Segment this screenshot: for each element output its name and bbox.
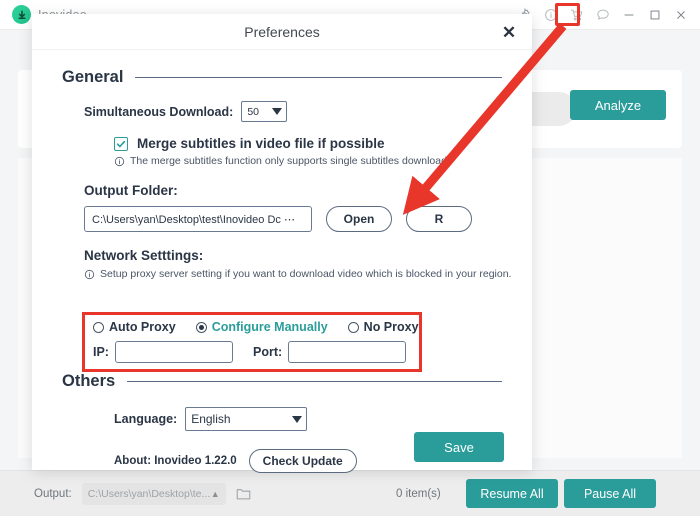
radio-icon[interactable] (347, 321, 359, 333)
network-hint: Setup proxy server setting if you want t… (100, 268, 512, 280)
about-label: About: Inovideo 1.22.0 (114, 455, 237, 467)
proxy-option-auto[interactable]: Auto Proxy (93, 320, 176, 334)
simultaneous-download-label: Simultaneous Download: (84, 104, 234, 119)
language-label: Language: (114, 412, 178, 426)
output-folder-row: C:\Users\yan\Desktop\test\Inovideo Dc ⋯ … (84, 206, 532, 232)
cart-icon[interactable] (564, 2, 590, 28)
chevron-down-icon (292, 415, 303, 423)
network-settings-label: Network Setttings: (84, 248, 204, 263)
output-folder-label: Output Folder: (84, 183, 178, 198)
info-icon[interactable] (538, 2, 564, 28)
close-icon[interactable] (668, 2, 694, 28)
item-count-label: 0 item(s) (396, 487, 441, 500)
merge-subtitles-row[interactable]: Merge subtitles in video file if possibl… (114, 136, 532, 151)
save-button[interactable]: Save (414, 432, 504, 462)
general-section-header: General (62, 68, 502, 87)
output-folder-path-field[interactable]: C:\Users\yan\Desktop\test\Inovideo Dc ⋯ (84, 206, 312, 232)
simultaneous-download-select[interactable]: 50 (241, 101, 288, 122)
open-folder-button[interactable]: Open (326, 206, 392, 232)
radio-icon-selected[interactable] (195, 321, 207, 333)
merge-subtitles-hint-row: The merge subtitles function only suppor… (114, 155, 532, 167)
proxy-option-none-label: No Proxy (363, 320, 419, 334)
simultaneous-download-row: Simultaneous Download: 50 (84, 101, 532, 122)
section-divider (135, 77, 502, 78)
proxy-option-manual-label: Configure Manually (211, 320, 328, 334)
proxy-settings-group: Auto Proxy Configure Manually No Proxy I… (82, 312, 422, 372)
pause-all-button[interactable]: Pause All (564, 479, 656, 508)
info-icon (114, 156, 125, 167)
port-label: Port: (252, 345, 283, 359)
proxy-address-row: IP: Port: (93, 341, 419, 363)
output-path-value: C:\Users\yan\Desktop\te... (87, 487, 211, 500)
caret-up-icon[interactable]: ▲ (211, 489, 220, 499)
others-section-header: Others (62, 372, 502, 391)
ip-input[interactable] (114, 341, 233, 363)
analyze-button[interactable]: Analyze (570, 90, 666, 120)
merge-subtitles-label: Merge subtitles in video file if possibl… (137, 136, 385, 151)
titlebar-icon-group (512, 0, 694, 30)
folder-icon[interactable] (236, 487, 251, 501)
proxy-option-auto-label: Auto Proxy (109, 320, 176, 334)
merge-subtitles-checkbox[interactable] (114, 136, 128, 151)
general-section-title: General (62, 68, 124, 86)
screen-root: Inovideo (0, 0, 700, 516)
ip-label: IP: (93, 345, 109, 359)
language-row: Language: English (114, 407, 532, 431)
dialog-title: Preferences (244, 23, 320, 40)
dialog-header: Preferences ✕ (32, 14, 532, 50)
maximize-icon[interactable] (642, 2, 668, 28)
chat-icon[interactable] (590, 2, 616, 28)
dialog-body: General Simultaneous Download: 50 Merge … (32, 68, 532, 488)
language-select[interactable]: English (185, 407, 308, 431)
port-input[interactable] (288, 341, 407, 363)
section-divider (127, 381, 502, 382)
others-section-title: Others (62, 372, 116, 390)
output-label: Output: (34, 487, 72, 500)
simultaneous-download-value: 50 (247, 105, 259, 118)
check-update-button[interactable]: Check Update (248, 449, 357, 473)
chevron-down-icon (272, 108, 283, 115)
merge-subtitles-hint: The merge subtitles function only suppor… (130, 155, 447, 167)
preferences-dialog: Preferences ✕ General Simultaneous Downl… (32, 14, 532, 473)
close-icon[interactable]: ✕ (500, 23, 518, 41)
proxy-mode-radio-group: Auto Proxy Configure Manually No Proxy (93, 320, 419, 334)
minimize-icon[interactable] (616, 2, 642, 28)
language-value: English (191, 412, 231, 426)
network-hint-row: Setup proxy server setting if you want t… (84, 268, 532, 280)
reset-folder-button[interactable]: R (406, 206, 472, 232)
info-icon (84, 269, 95, 280)
proxy-option-none[interactable]: No Proxy (347, 320, 419, 334)
download-circle-icon (12, 5, 31, 24)
radio-icon[interactable] (93, 321, 104, 333)
proxy-option-manual[interactable]: Configure Manually (195, 320, 328, 334)
